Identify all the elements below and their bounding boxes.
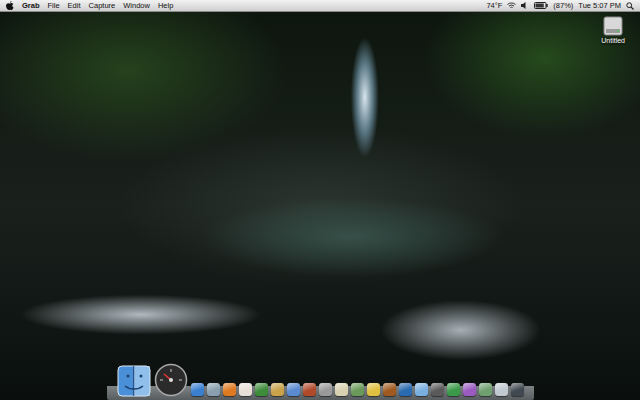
dock-app-icon[interactable] [495,383,508,396]
app-menu[interactable]: Grab [22,0,40,11]
weather-reading[interactable]: 74°F [486,0,502,11]
dock-app-icon[interactable] [335,383,348,396]
dock-app-icon[interactable] [367,383,380,396]
status-area: 74°F (87%) Tue 5:07 PM [486,0,634,11]
dock-app-icon[interactable] [271,383,284,396]
dock-app-icon[interactable] [463,383,476,396]
dock-app-icon[interactable] [415,383,428,396]
wallpaper: Untitled [0,12,640,400]
dock [107,363,534,400]
dock-app-icon[interactable] [431,383,444,396]
dock-app-icon[interactable] [287,383,300,396]
menu-item[interactable]: Edit [68,0,81,11]
apple-icon[interactable] [6,1,14,10]
dock-app-icon[interactable] [255,383,268,396]
volume-icon[interactable] [521,2,529,9]
dock-app-icon[interactable] [319,383,332,396]
menu-item[interactable]: Help [158,0,173,11]
dock-app-icon[interactable] [191,383,204,396]
dock-app-icon[interactable] [207,383,220,396]
wifi-icon[interactable] [507,2,516,9]
desktop-icon[interactable]: Untitled [598,15,628,45]
dock-app-icon[interactable] [223,383,236,396]
dock-app-icon[interactable] [239,383,252,396]
battery-icon[interactable] [534,2,548,9]
dashboard-icon[interactable] [154,363,188,397]
menu-bar: Grab File Edit Capture Window Help 74°F (87%) Tu… [0,0,640,12]
menu-item[interactable]: Capture [89,0,116,11]
drive-icon[interactable] [602,16,624,36]
desktop-screen: Grab File Edit Capture Window Help 74°F (87%) Tu… [0,0,640,400]
dock-app-icon[interactable] [351,383,364,396]
dock-app-icon[interactable] [383,383,396,396]
dock-app-icon[interactable] [399,383,412,396]
menu-item[interactable]: File [48,0,60,11]
dock-app-icon[interactable] [511,383,524,396]
search-icon[interactable] [626,2,634,10]
clock[interactable]: Tue 5:07 PM [578,0,621,11]
desktop-icons: Untitled [0,12,640,48]
battery-reading[interactable]: (87%) [553,0,573,11]
dock-area [0,363,640,400]
dock-app-icon[interactable] [479,383,492,396]
finder-icon[interactable] [117,365,151,397]
dock-app-icon[interactable] [303,383,316,396]
menu-item[interactable]: Window [123,0,150,11]
dock-app-icon[interactable] [447,383,460,396]
desktop-icon-label: Untitled [601,37,625,44]
